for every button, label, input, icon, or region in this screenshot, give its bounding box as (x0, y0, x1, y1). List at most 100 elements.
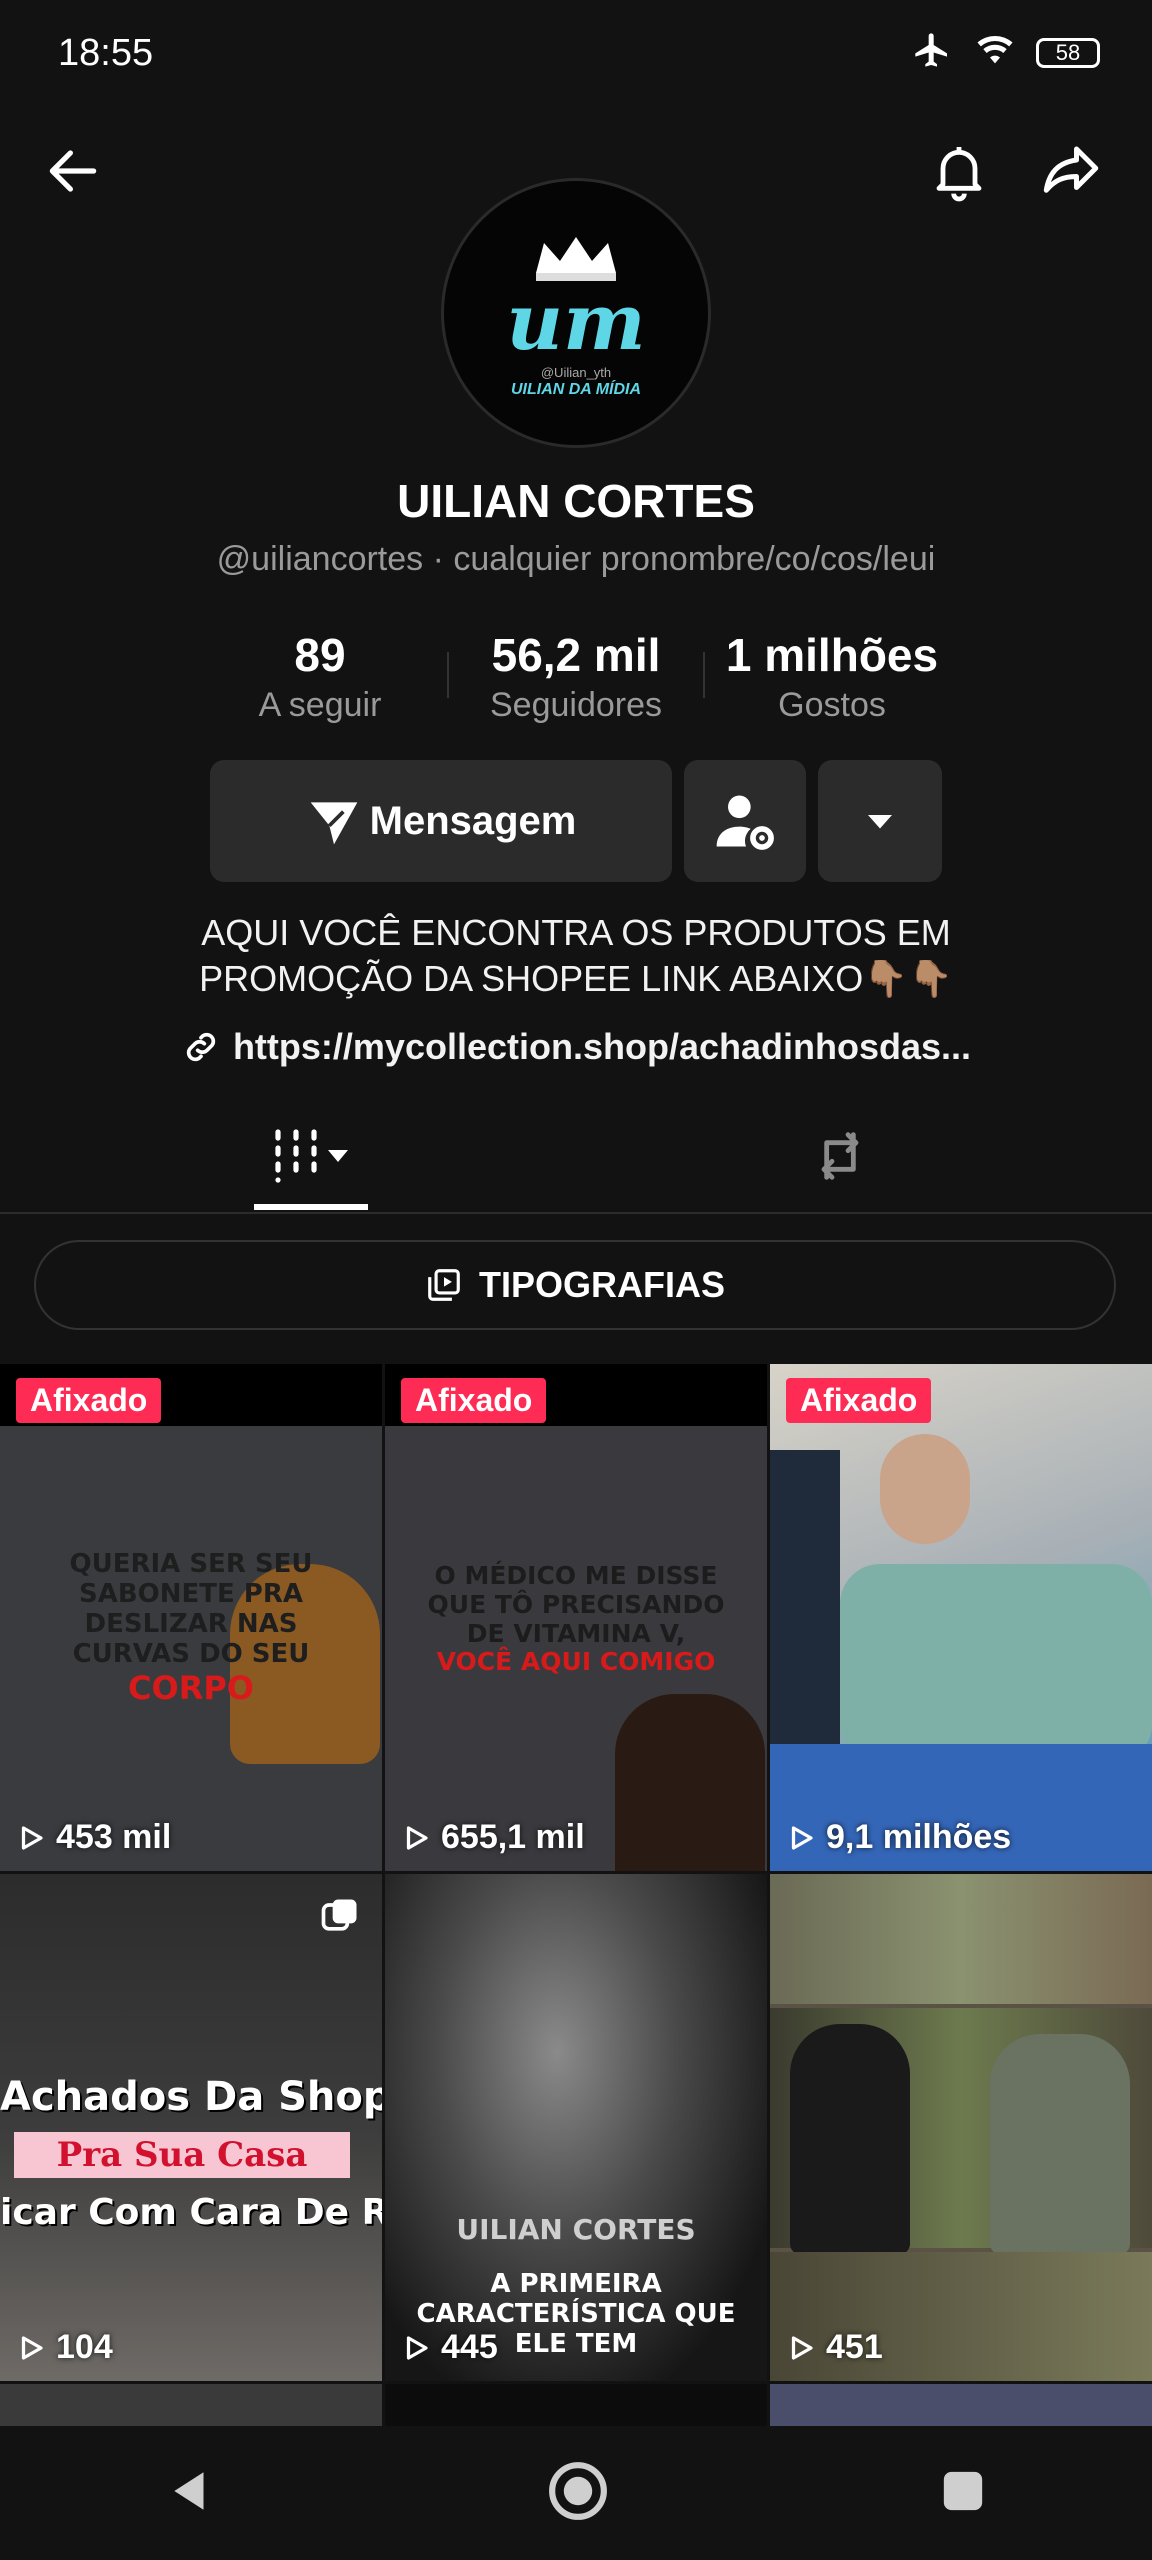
avatar-logo: um (506, 237, 646, 368)
tab-videos[interactable] (24, 1100, 600, 1212)
wifi-icon (972, 30, 1018, 75)
scene-shape (770, 1874, 1152, 2004)
playlist-label: TIPOGRAFIAS (478, 1264, 725, 1305)
more-dropdown-button[interactable] (818, 760, 942, 882)
follow-options-button[interactable] (684, 760, 806, 882)
view-count: 9,1 milhões (786, 1818, 1011, 1857)
scene-shape (880, 1434, 970, 1544)
status-icons: 58 (910, 30, 1100, 75)
video-tile[interactable]: 451 (770, 1874, 1152, 2381)
grid-columns-icon (275, 1129, 348, 1183)
caption-line: QUERIA SER SEU (69, 1549, 313, 1579)
video-tile-peek[interactable] (770, 2384, 1152, 2426)
avatar-handle-text: @Uilian_yth (540, 365, 612, 380)
caption-line: Pra Sua Casa (14, 2132, 350, 2178)
caption-line: SABONETE PRA (78, 1578, 304, 1609)
caption-line: CORPO (128, 1668, 254, 1707)
video-tile[interactable]: Achados Da Shopee Pra Sua Casa icar Com … (0, 1874, 382, 2381)
scene-shape (790, 2024, 910, 2254)
bell-icon (936, 147, 982, 202)
share-button[interactable] (1026, 126, 1116, 216)
caption-line: QUE TÔ PRECISANDO (427, 1589, 725, 1619)
stat-followers-value: 56,2 mil (491, 629, 661, 681)
caption-line: icar Com Cara De Rica (0, 2192, 382, 2233)
play-icon (21, 1825, 43, 1850)
link-icon (186, 1032, 216, 1062)
airplane-icon (910, 30, 954, 75)
caption-line: CARACTERÍSTICA QUE (416, 2298, 736, 2329)
view-count-text: 453 mil (56, 1818, 172, 1856)
stat-following-label: A seguir (258, 686, 382, 724)
tile-caption: QUERIA SER SEU SABONETE PRA DESLIZAR NAS… (0, 1549, 382, 1707)
message-button-label: Mensagem (369, 798, 577, 843)
stat-likes-label: Gostos (778, 686, 886, 724)
bio-link[interactable]: https://mycollection.shop/achadinhosdas.… (0, 1026, 1152, 1068)
caret-down-icon (868, 815, 892, 829)
next-row-peek (0, 2384, 1152, 2426)
playlist-icon (428, 1269, 460, 1301)
arrow-left-icon (49, 150, 97, 192)
caption-line: CURVAS DO SEU (72, 1638, 310, 1669)
video-tile[interactable]: O MÉDICO ME DISSE QUE TÔ PRECISANDO DE V… (385, 1364, 767, 1871)
pinned-badge: Afixado (786, 1378, 932, 1423)
send-icon (310, 802, 357, 845)
bio-line-1: AQUI VOCÊ ENCONTRA OS PRODUTOS EM (201, 912, 951, 953)
pinned-badge: Afixado (16, 1378, 162, 1423)
bio-link-text: https://mycollection.shop/achadinhosdas.… (232, 1026, 972, 1067)
square-recents-icon (944, 2471, 983, 2510)
active-tab-indicator (254, 1204, 368, 1210)
view-count-text: 451 (826, 2328, 883, 2366)
stat-followers[interactable]: 56,2 mil Seguidores (456, 628, 696, 725)
notifications-button[interactable] (914, 126, 1004, 216)
caption-line: O MÉDICO ME DISSE (434, 1561, 718, 1590)
carousel-icon (318, 1894, 362, 1943)
profile-tabs (0, 1100, 1152, 1214)
tab-reposts[interactable] (552, 1100, 1128, 1212)
system-nav-bar (0, 2426, 1152, 2560)
character-shape (615, 1694, 765, 1871)
stat-following-value: 89 (294, 629, 346, 681)
nav-home-button[interactable] (547, 2460, 609, 2527)
caption-line: DE VITAMINA V, (466, 1618, 686, 1648)
nav-recents-button[interactable] (940, 2468, 986, 2519)
avatar[interactable]: um @Uilian_yth UILIAN DA MÍDIA (441, 178, 711, 448)
repost-icon (821, 1132, 859, 1180)
stat-likes-value: 1 milhões (725, 629, 939, 681)
video-tile-peek[interactable] (385, 2384, 767, 2426)
video-tile[interactable]: Afixado 9,1 milhões (770, 1364, 1152, 1871)
profile-bio: AQUI VOCÊ ENCONTRA OS PRODUTOS EM PROMOÇ… (0, 910, 1152, 1002)
view-count-text: 104 (56, 2328, 113, 2366)
share-arrow-icon (1043, 146, 1099, 193)
view-count: 453 mil (16, 1818, 171, 1857)
play-icon (791, 1825, 813, 1850)
view-count: 104 (16, 2328, 113, 2367)
message-button[interactable]: Mensagem (210, 760, 672, 882)
caption-line: DESLIZAR NAS (84, 1608, 298, 1639)
avatar-brand-text: UILIAN DA MÍDIA (510, 381, 642, 398)
video-tile-peek[interactable] (0, 2384, 382, 2426)
caption-line: A PRIMEIRA (490, 2269, 662, 2299)
stat-likes[interactable]: 1 milhões Gostos (712, 628, 952, 725)
view-count: 655,1 mil (401, 1818, 585, 1857)
play-icon (406, 2335, 428, 2360)
view-count: 451 (786, 2328, 883, 2367)
profile-name: UILIAN CORTES (397, 475, 755, 527)
stat-following[interactable]: 89 A seguir (200, 628, 440, 725)
nav-back-button[interactable] (166, 2464, 216, 2523)
video-tile[interactable]: QUERIA SER SEU SABONETE PRA DESLIZAR NAS… (0, 1364, 382, 1871)
back-button[interactable] (28, 126, 118, 216)
profile-handle: @uiliancortes · cualquier pronombre/co/c… (216, 540, 936, 578)
video-tile[interactable]: UILIAN CORTES A PRIMEIRA CARACTERÍSTICA … (385, 1874, 767, 2381)
tile-caption: O MÉDICO ME DISSE QUE TÔ PRECISANDO DE V… (385, 1561, 767, 1677)
play-icon (21, 2335, 43, 2360)
status-time: 18:55 (58, 32, 154, 74)
svg-text:um: um (506, 277, 645, 368)
view-count: 445 (401, 2328, 498, 2367)
circle-home-icon (549, 2461, 607, 2520)
battery-indicator: 58 (1036, 37, 1100, 68)
caption-line: Achados Da Shopee (0, 2074, 382, 2120)
playlist-button[interactable]: TIPOGRAFIAS (34, 1240, 1116, 1330)
view-count-text: 655,1 mil (441, 1818, 585, 1856)
user-settings-icon (716, 795, 774, 850)
play-icon (406, 1825, 428, 1850)
